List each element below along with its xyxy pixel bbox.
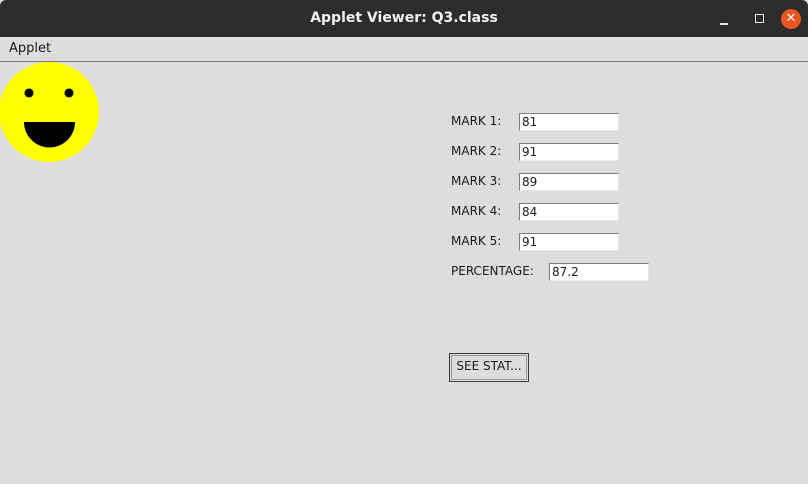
close-button[interactable]: ✕ [781,9,801,29]
smiley-face-icon [0,62,99,162]
menu-applet[interactable]: Applet [9,41,51,56]
applet-window: Applet Viewer: Q3.class ✕ Applet MARK 1:… [0,0,808,484]
title-bar[interactable]: Applet Viewer: Q3.class ✕ [0,0,808,37]
mark-5-field[interactable]: 91 [519,233,619,251]
mark-2-label: MARK 2: [451,144,502,158]
minimize-button[interactable] [714,9,734,29]
window-title: Applet Viewer: Q3.class [310,10,498,26]
percentage-label: PERCENTAGE: [451,264,534,278]
mark-1-label: MARK 1: [451,114,502,128]
minimize-icon [720,23,728,25]
mark-4-field[interactable]: 84 [519,203,619,221]
mark-2-field[interactable]: 91 [519,143,619,161]
mark-5-label: MARK 5: [451,234,502,248]
mark-4-label: MARK 4: [451,204,502,218]
mark-3-label: MARK 3: [451,174,502,188]
menu-bar: Applet [0,37,808,62]
mark-1-field[interactable]: 81 [519,113,619,131]
see-stat-button-focus-border [451,355,527,380]
close-icon: ✕ [785,11,797,26]
maximize-icon [755,14,764,23]
see-stat-button[interactable]: SEE STAT... [449,353,529,382]
mark-3-field[interactable]: 89 [519,173,619,191]
percentage-field[interactable]: 87.2 [549,263,649,281]
maximize-button[interactable] [749,9,769,29]
